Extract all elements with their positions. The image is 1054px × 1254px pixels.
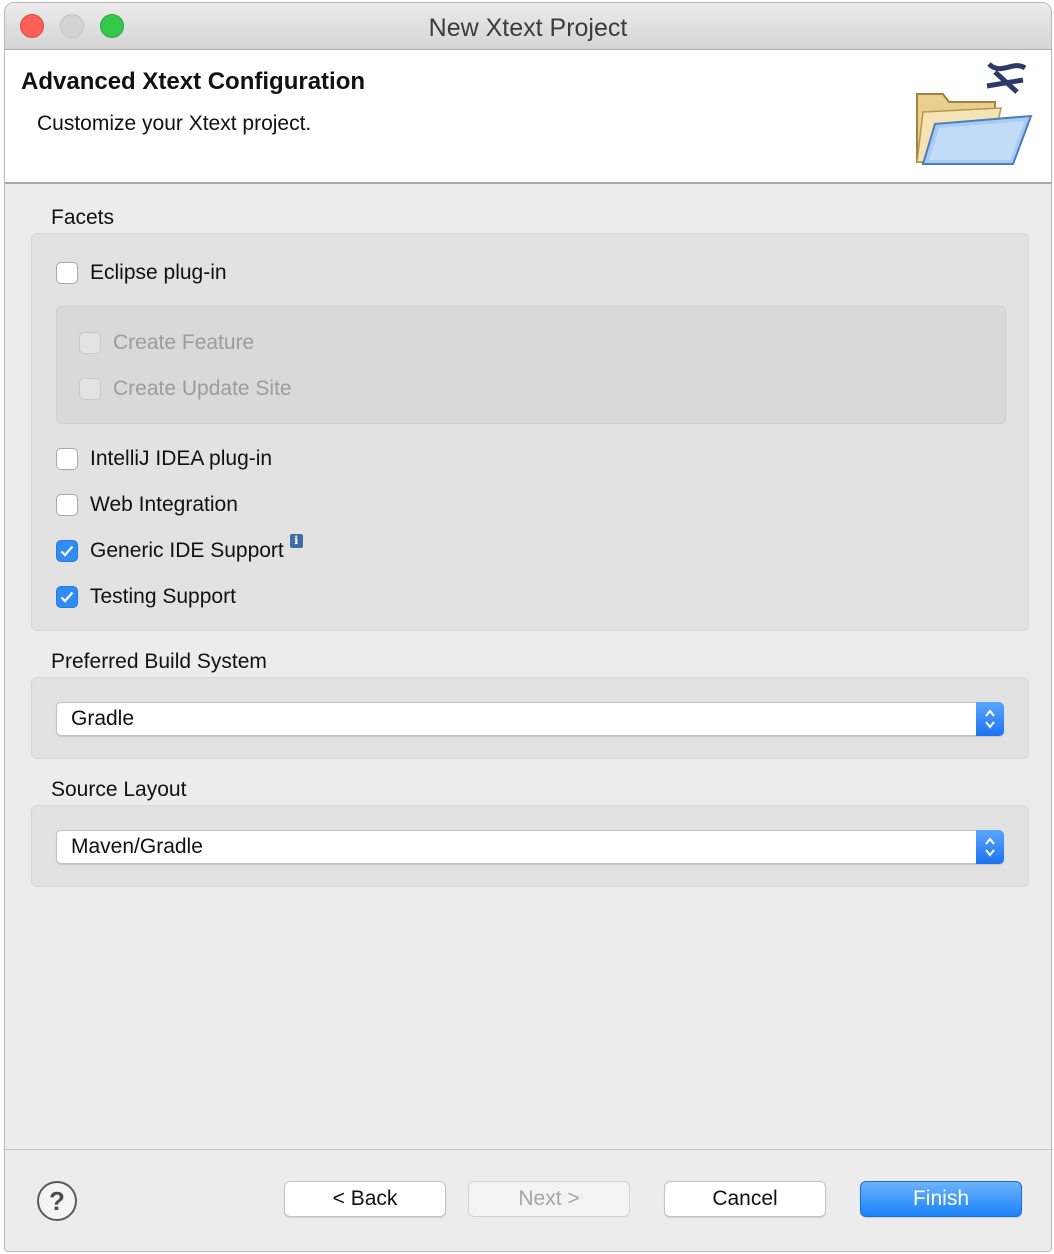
checkbox-label: Generic IDE Support xyxy=(90,539,284,562)
window-title: New Xtext Project xyxy=(428,14,628,42)
next-button[interactable]: Next > xyxy=(468,1181,630,1217)
facets-group: Eclipse plug-in Create Feature Create Up… xyxy=(31,233,1029,631)
updown-arrows-icon[interactable] xyxy=(976,702,1004,736)
eclipse-options-group: Create Feature Create Update Site xyxy=(56,306,1006,424)
wizard-banner: Advanced Xtext Configuration Customize y… xyxy=(5,50,1051,184)
xtext-folder-icon xyxy=(916,62,1033,165)
dialog-window: New Xtext Project Advanced Xtext Configu… xyxy=(4,2,1052,1252)
page-title: Advanced Xtext Configuration xyxy=(21,68,366,95)
updown-arrows-icon[interactable] xyxy=(976,830,1004,864)
info-icon[interactable]: i xyxy=(289,534,303,548)
checkbox-box[interactable] xyxy=(56,494,78,516)
facets-label: Facets xyxy=(51,206,115,229)
footer-divider xyxy=(5,1149,1051,1150)
eclipse-plugin-checkbox[interactable]: Eclipse plug-in xyxy=(56,258,227,288)
build-system-group: Gradle xyxy=(31,677,1029,759)
select-value: Gradle xyxy=(71,707,135,730)
checkbox-box[interactable] xyxy=(79,332,101,354)
checkmark-icon xyxy=(60,545,74,557)
source-layout-label: Source Layout xyxy=(51,778,187,801)
create-feature-checkbox[interactable]: Create Feature xyxy=(79,328,254,358)
checkbox-label: Eclipse plug-in xyxy=(90,261,227,284)
build-system-select[interactable]: Gradle xyxy=(56,702,1004,736)
checkbox-label: Testing Support xyxy=(90,585,236,608)
checkbox-label: Create Feature xyxy=(113,331,255,354)
select-value: Maven/Gradle xyxy=(71,835,203,858)
source-layout-select[interactable]: Maven/Gradle xyxy=(56,830,1004,864)
checkbox-box[interactable] xyxy=(79,378,101,400)
finish-button[interactable]: Finish xyxy=(860,1181,1022,1217)
checkbox-box[interactable] xyxy=(56,448,78,470)
title-bar: New Xtext Project xyxy=(5,3,1051,50)
testing-support-checkbox[interactable]: Testing Support xyxy=(56,582,236,612)
page-description: Customize your Xtext project. xyxy=(37,112,312,135)
generic-ide-support-checkbox[interactable]: Generic IDE Support i xyxy=(56,534,303,566)
checkbox-label: IntelliJ IDEA plug-in xyxy=(90,447,273,470)
web-integration-checkbox[interactable]: Web Integration xyxy=(56,490,238,520)
build-system-label: Preferred Build System xyxy=(51,650,267,673)
intellij-plugin-checkbox[interactable]: IntelliJ IDEA plug-in xyxy=(56,444,272,474)
checkbox-box[interactable] xyxy=(56,262,78,284)
checkmark-icon xyxy=(60,591,74,603)
back-button[interactable]: < Back xyxy=(284,1181,446,1217)
checkbox-box[interactable] xyxy=(56,586,78,608)
help-button[interactable]: ? xyxy=(37,1181,77,1221)
checkbox-label: Create Update Site xyxy=(113,377,292,400)
checkbox-label: Web Integration xyxy=(90,493,238,516)
source-layout-group: Maven/Gradle xyxy=(31,805,1029,887)
create-update-site-checkbox[interactable]: Create Update Site xyxy=(79,374,292,404)
cancel-button[interactable]: Cancel xyxy=(664,1181,826,1217)
checkbox-box[interactable] xyxy=(56,540,78,562)
